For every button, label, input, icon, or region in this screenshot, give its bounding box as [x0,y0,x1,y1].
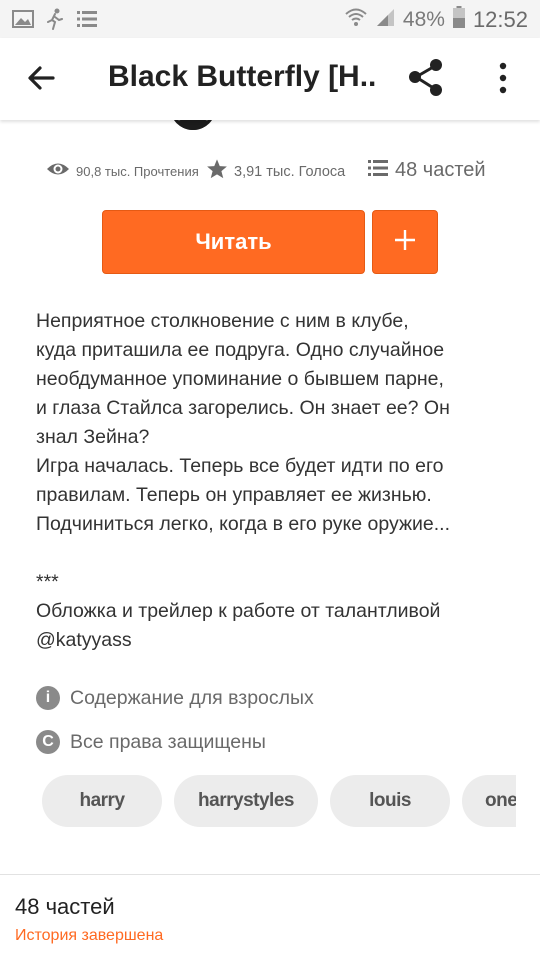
info-icon: i [36,686,60,710]
votes-stat: 3,91 тыс. Голоса [206,158,345,185]
story-status: История завершена [15,927,164,944]
battery-icon [452,6,465,33]
copyright-icon: C [36,730,60,754]
signal-icon [375,7,395,32]
back-button[interactable] [22,58,62,98]
votes-count: 3,91 тыс. Голоса [234,163,346,180]
image-icon [12,9,34,34]
copyright-label: Все права защищены [70,730,266,753]
plus-icon [394,229,416,256]
copyright-row: C Все права защищены [36,730,266,754]
status-bar-notifications [12,8,98,35]
description-line: куда приташила ее подруга. Одно случайно… [36,339,445,361]
battery-percent: 48% [402,7,445,31]
more-vert-icon [488,62,518,102]
story-stats: 90,8 тыс. Прочтения 3,91 тыс. Голоса 48 … [44,156,504,188]
description-line: и глаза Стайлса загорелись. Он знает ее?… [36,397,450,419]
description-line [36,539,506,568]
tag-chip[interactable]: one [462,775,516,827]
share-button[interactable] [404,56,448,100]
share-icon [404,59,448,104]
runner-icon [46,8,64,35]
tag-list[interactable]: harry harrystyles louis one [42,775,516,827]
parts-count: 48 частей [395,159,486,181]
eye-icon [46,160,70,183]
parts-heading[interactable]: 48 частей [15,894,115,920]
status-bar: 48% 12:52 [0,0,540,38]
tag-chip[interactable]: harry [42,775,162,827]
mature-content-row: i Содержание для взрослых [36,686,314,710]
tag-chip[interactable]: louis [330,775,450,827]
clock: 12:52 [472,6,528,32]
list-icon [367,158,389,183]
description-line: @katyyass [36,629,132,651]
description-line: знал Зейна? [36,426,150,448]
description-line: Игра началась. Теперь все будет идти по … [36,455,444,477]
description-line: необдуманное упоминание о бывшем парне, [36,368,444,390]
read-button[interactable]: Читать [102,210,365,274]
more-options-button[interactable] [488,58,518,98]
parts-stat: 48 частей [367,158,486,183]
description-line: Подчиниться легко, когда в его руке оруж… [36,513,451,535]
story-title: Black Butterfly [H... [108,60,378,93]
add-to-library-button[interactable] [372,210,438,274]
back-arrow-icon [22,66,62,102]
description-line: *** [36,571,59,593]
reads-stat: 90,8 тыс. Прочтения [46,160,199,183]
story-description: Неприятное столкновение с ним в клубе, к… [36,307,506,655]
app-bar: Black Butterfly [H... [0,38,540,120]
description-line: правилам. Теперь он управляет ее жизнью. [36,484,432,506]
star-icon [206,158,228,185]
status-bar-system: 48% 12:52 [345,6,528,33]
description-line: Обложка и трейлер к работе от талантливо… [36,600,441,622]
list-notification-icon [76,9,98,34]
reads-count: 90,8 тыс. Прочтения [76,164,199,179]
wifi-icon [345,7,367,32]
description-line: Неприятное столкновение с ним в клубе, [36,310,409,332]
tag-chip[interactable]: harrystyles [174,775,318,827]
section-divider [0,874,540,875]
mature-content-label: Содержание для взрослых [70,686,314,709]
